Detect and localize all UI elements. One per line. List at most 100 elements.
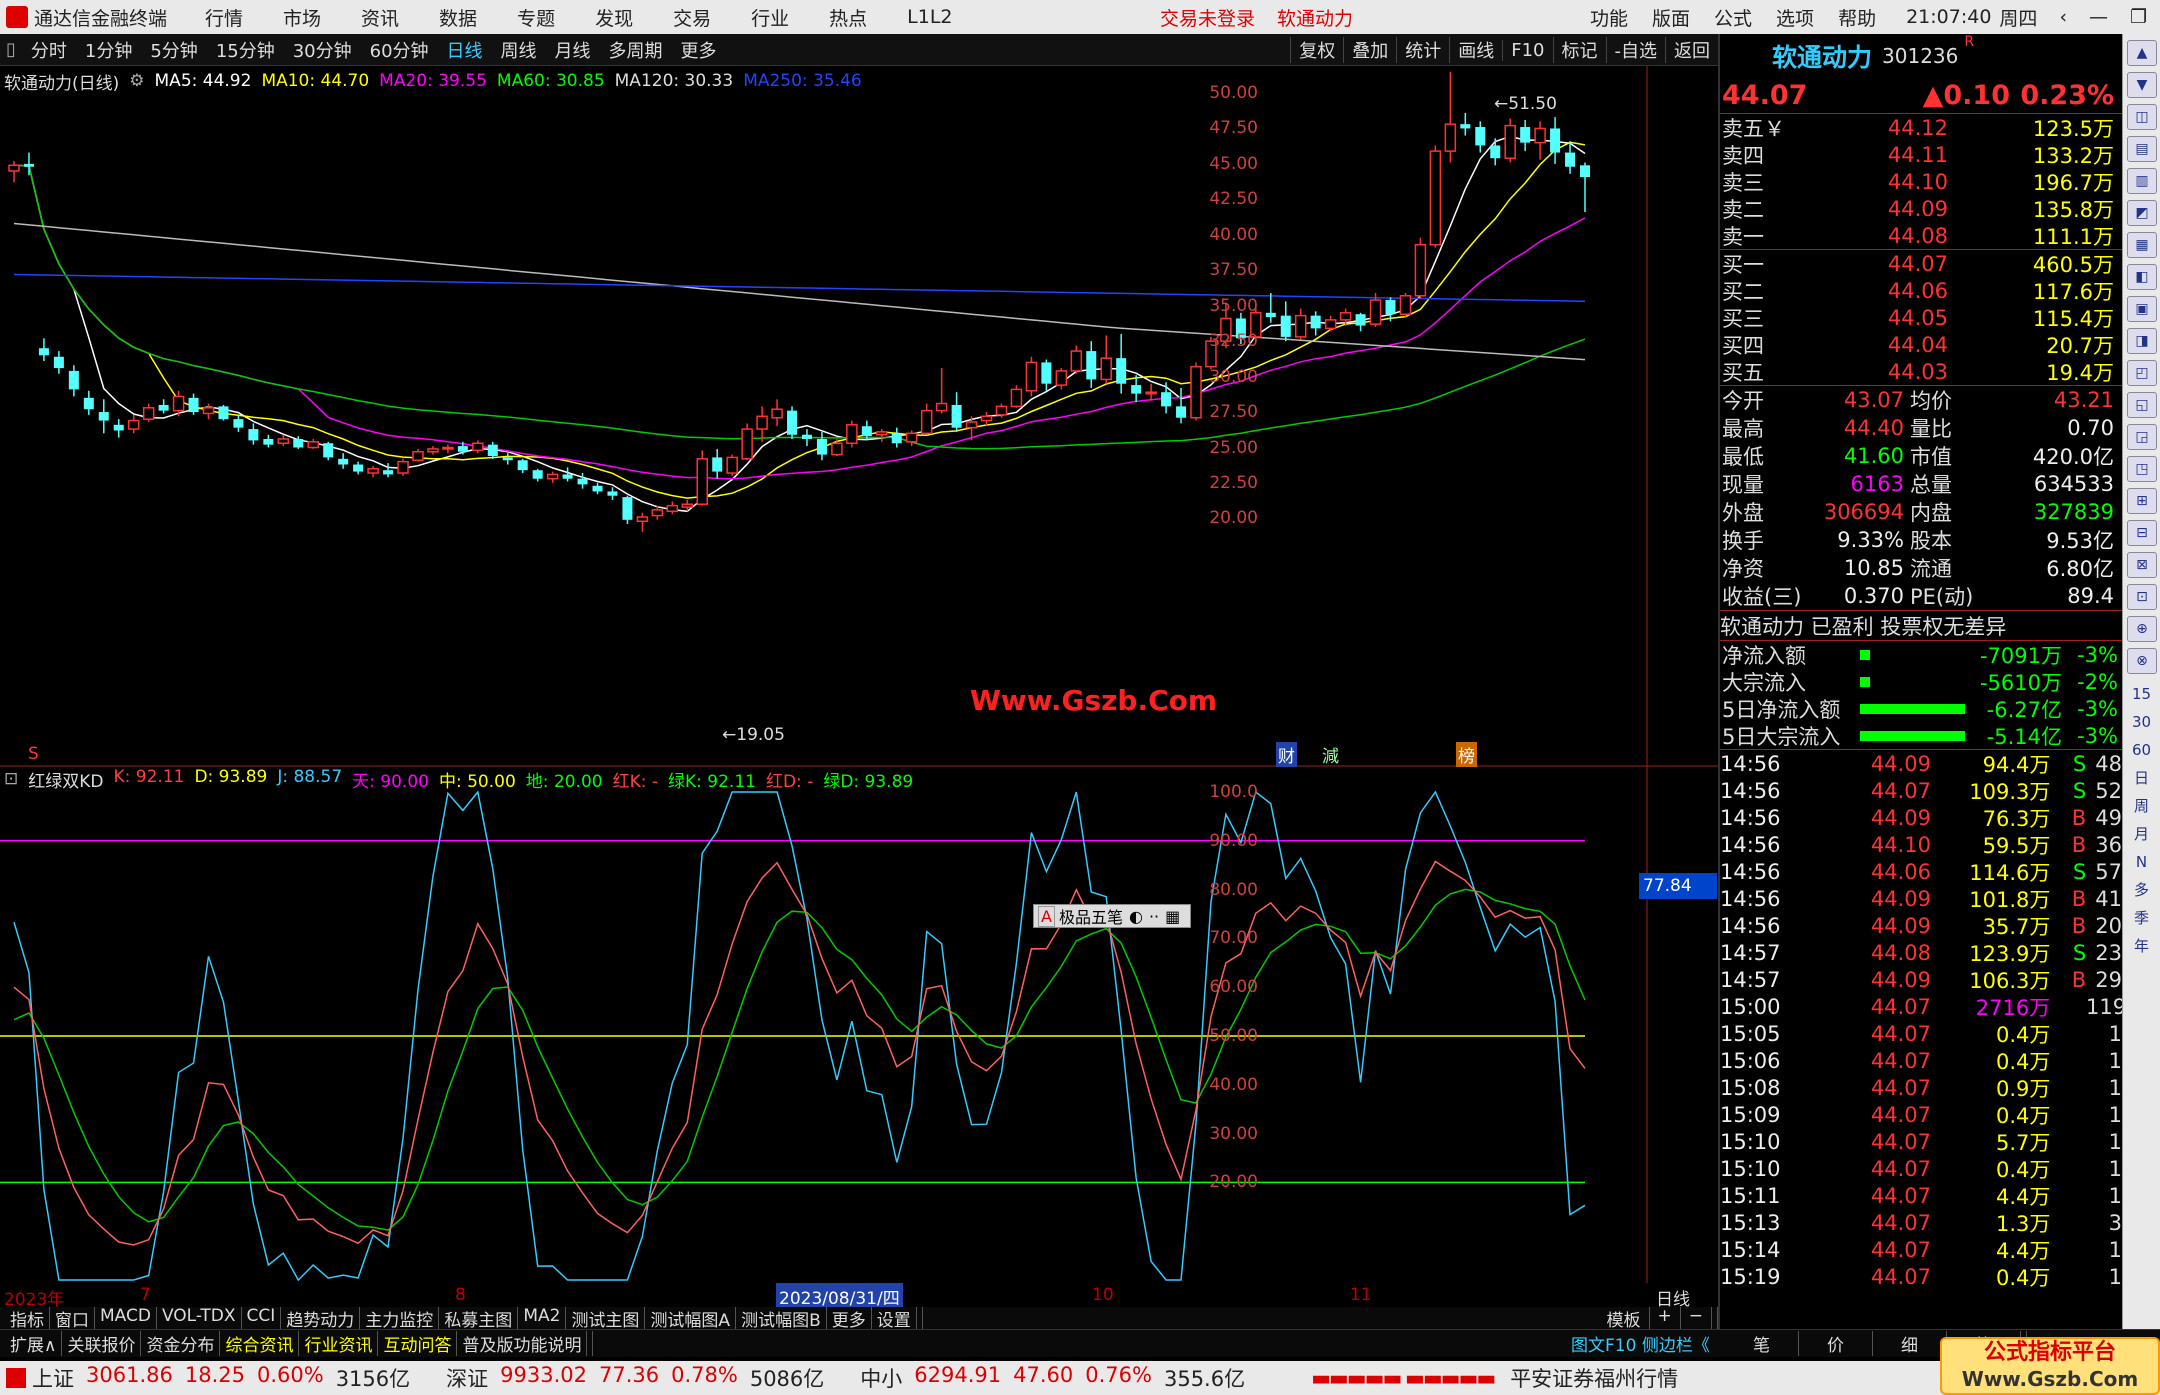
- index-item[interactable]: 深证 9933.02 77.36 0.78% 5086亿: [446, 1363, 836, 1393]
- info-tab-0[interactable]: 扩展∧: [5, 1331, 63, 1356]
- period-tab-4[interactable]: 30分钟: [284, 37, 361, 63]
- marker-reduce[interactable]: 減: [1322, 742, 1339, 767]
- template-control-2[interactable]: −: [1681, 1307, 1712, 1329]
- indicator-tab-3[interactable]: VOL-TDX: [157, 1307, 242, 1329]
- index-item[interactable]: 中小 6294.91 47.60 0.76% 355.6亿: [860, 1363, 1257, 1393]
- menu-item-5[interactable]: 发现: [595, 4, 633, 31]
- side-tool-icon[interactable]: ⊗: [2127, 648, 2157, 674]
- info-tab-3[interactable]: 综合资讯: [220, 1331, 300, 1356]
- kline-chart[interactable]: [0, 66, 1718, 1283]
- indicator-tab-13[interactable]: 设置: [872, 1307, 917, 1329]
- ime-dot-icon[interactable]: ··: [1149, 907, 1159, 926]
- indicator-tab-8[interactable]: MA2: [518, 1307, 567, 1329]
- template-control-0[interactable]: 模板: [1599, 1307, 1650, 1329]
- index-item[interactable]: 上证 3061.86 18.25 0.60% 3156亿: [32, 1363, 422, 1393]
- login-status[interactable]: 交易未登录: [1160, 4, 1255, 31]
- period-tab-7[interactable]: 周线: [492, 37, 546, 63]
- period-tab-9[interactable]: 多周期: [600, 37, 672, 63]
- back-nav-icon[interactable]: ‹: [2059, 6, 2067, 28]
- side-tool-icon[interactable]: ◨: [2127, 328, 2157, 354]
- settings-icon[interactable]: ⚙: [129, 71, 144, 91]
- side-period-2[interactable]: 60: [2123, 736, 2160, 764]
- book-row[interactable]: 卖五￥ 44.12 123.5万: [1720, 114, 2122, 141]
- side-period-8[interactable]: 季: [2123, 904, 2160, 932]
- right-menu-item-4[interactable]: 帮助: [1838, 4, 1876, 31]
- book-row[interactable]: 买二 44.06 117.6万: [1720, 277, 2122, 304]
- ime-moon-icon[interactable]: ◐: [1129, 907, 1143, 926]
- info-tab-5[interactable]: 互动问答: [378, 1331, 458, 1356]
- ime-a-icon[interactable]: A: [1038, 905, 1055, 927]
- side-period-9[interactable]: 年: [2123, 932, 2160, 960]
- minimize-icon[interactable]: —: [2089, 6, 2108, 28]
- book-row[interactable]: 卖三 44.10 196.7万: [1720, 168, 2122, 195]
- chart-tool-0[interactable]: 复权: [1290, 37, 1343, 63]
- menu-item-4[interactable]: 专题: [517, 4, 555, 31]
- period-tab-0[interactable]: 分时: [22, 37, 76, 63]
- chart-tool-5[interactable]: 标记: [1552, 37, 1606, 63]
- side-tool-icon[interactable]: ◳: [2127, 456, 2157, 482]
- marker-rank[interactable]: 榜: [1456, 742, 1477, 767]
- chart-tool-6[interactable]: -自选: [1605, 37, 1666, 63]
- period-tab-2[interactable]: 5分钟: [141, 37, 206, 63]
- side-period-7[interactable]: 多: [2123, 876, 2160, 904]
- side-tool-icon[interactable]: ⊡: [2127, 584, 2157, 610]
- collapse-icon[interactable]: ⊡: [4, 769, 18, 789]
- info-tab-1[interactable]: 关联报价: [62, 1331, 142, 1356]
- info-tab-4[interactable]: 行业资讯: [299, 1331, 379, 1356]
- side-tool-icon[interactable]: ◩: [2127, 200, 2157, 226]
- menu-item-0[interactable]: 行情: [205, 4, 243, 31]
- marker-finance[interactable]: 财: [1276, 742, 1297, 767]
- indicator-tab-9[interactable]: 测试主图: [566, 1307, 646, 1329]
- side-tool-icon[interactable]: ▥: [2127, 168, 2157, 194]
- side-period-3[interactable]: 日: [2123, 764, 2160, 792]
- side-tool-icon[interactable]: ◧: [2127, 264, 2157, 290]
- period-tab-6[interactable]: 日线: [438, 37, 492, 63]
- chart-tool-4[interactable]: F10: [1502, 39, 1552, 61]
- chart-tool-1[interactable]: 叠加: [1343, 37, 1396, 63]
- menu-item-9[interactable]: L1L2: [907, 6, 952, 28]
- period-tab-3[interactable]: 15分钟: [207, 37, 284, 63]
- side-tool-icon[interactable]: ▣: [2127, 296, 2157, 322]
- book-row[interactable]: 卖一 44.08 111.1万: [1720, 222, 2122, 249]
- panel-tab-2[interactable]: 细: [1873, 1331, 1947, 1356]
- side-period-0[interactable]: 15: [2123, 680, 2160, 708]
- indicator-tab-2[interactable]: MACD: [95, 1307, 157, 1329]
- period-tab-10[interactable]: 更多: [672, 37, 726, 63]
- indicator-tab-5[interactable]: 趋势动力: [281, 1307, 361, 1329]
- indicator-tab-0[interactable]: 指标: [5, 1307, 50, 1329]
- side-tool-icon[interactable]: ▼: [2127, 72, 2157, 98]
- indicator-tab-7[interactable]: 私募主图: [439, 1307, 519, 1329]
- info-tab-6[interactable]: 普及版功能说明: [457, 1331, 588, 1356]
- right-menu-item-3[interactable]: 选项: [1776, 4, 1814, 31]
- chart-tool-7[interactable]: 返回: [1665, 37, 1718, 63]
- indicator-tab-12[interactable]: 更多: [827, 1307, 872, 1329]
- book-row[interactable]: 买五 44.03 19.4万: [1720, 358, 2122, 385]
- side-tool-icon[interactable]: ⊟: [2127, 520, 2157, 546]
- side-tool-icon[interactable]: ◰: [2127, 360, 2157, 386]
- period-tab-5[interactable]: 60分钟: [361, 37, 438, 63]
- indicator-tab-10[interactable]: 测试幅图A: [645, 1307, 737, 1329]
- menu-item-6[interactable]: 交易: [673, 4, 711, 31]
- indicator-tab-11[interactable]: 测试幅图B: [736, 1307, 827, 1329]
- panel-tab-0[interactable]: 笔: [1725, 1331, 1799, 1356]
- menu-item-1[interactable]: 市场: [283, 4, 321, 31]
- panel-tab-1[interactable]: 价: [1799, 1331, 1873, 1356]
- book-row[interactable]: 买一 44.07 460.5万: [1720, 250, 2122, 277]
- info-tab-2[interactable]: 资金分布: [141, 1331, 221, 1356]
- indicator-tab-4[interactable]: CCI: [242, 1307, 282, 1329]
- period-tab-8[interactable]: 月线: [546, 37, 600, 63]
- side-tool-icon[interactable]: ⊕: [2127, 616, 2157, 642]
- template-control-1[interactable]: +: [1650, 1307, 1681, 1329]
- right-menu-item-1[interactable]: 版面: [1652, 4, 1690, 31]
- menu-item-2[interactable]: 资讯: [361, 4, 399, 31]
- book-row[interactable]: 卖四 44.11 133.2万: [1720, 141, 2122, 168]
- book-row[interactable]: 买三 44.05 115.4万: [1720, 304, 2122, 331]
- layout-icon[interactable]: ▯: [0, 39, 22, 60]
- indicator-tab-1[interactable]: 窗口: [50, 1307, 95, 1329]
- f10-sidebar-link[interactable]: 图文F10 侧边栏《: [1566, 1331, 1715, 1356]
- side-period-4[interactable]: 周: [2123, 792, 2160, 820]
- menu-item-8[interactable]: 热点: [829, 4, 867, 31]
- side-tool-icon[interactable]: ⊠: [2127, 552, 2157, 578]
- side-tool-icon[interactable]: ▦: [2127, 232, 2157, 258]
- ime-toolbar[interactable]: A 极品五笔 ◐ ·· ▦: [1033, 904, 1191, 928]
